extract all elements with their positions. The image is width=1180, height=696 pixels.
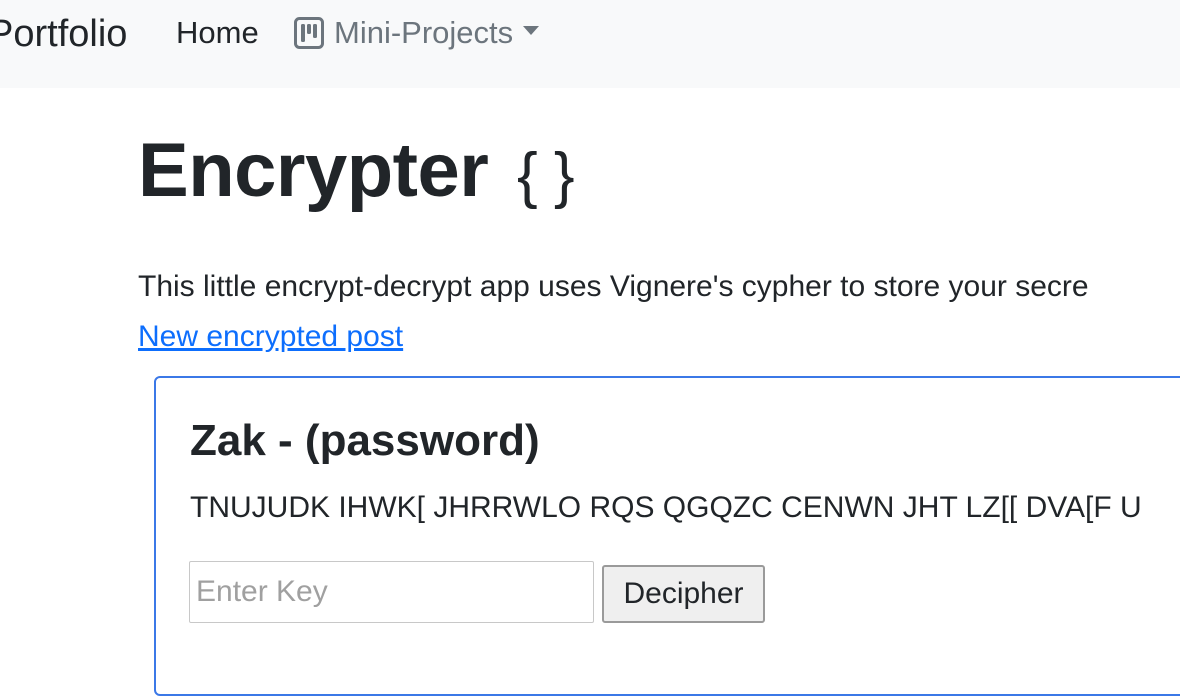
nav-dropdown-label: Mini-Projects (334, 15, 514, 50)
page-title-text: Encrypter (138, 128, 489, 213)
nav-link-home[interactable]: Home (176, 15, 259, 51)
post-cipher-text: TNUJUDK IHWK[ JHRRWLO RQS QGQZC CENWN JH… (190, 491, 1142, 524)
page-title: Encrypter { } (138, 128, 575, 219)
key-input[interactable] (189, 561, 594, 623)
kanban-icon (294, 17, 324, 49)
new-encrypted-post-link[interactable]: New encrypted post (138, 318, 403, 356)
braces-icon: { } (516, 141, 575, 210)
intro-text: This little encrypt-decrypt app uses Vig… (138, 270, 1089, 303)
navbar: Portfolio Home Mini-Projects (0, 0, 1180, 88)
decipher-button[interactable]: Decipher (602, 565, 765, 623)
caret-down-icon (523, 25, 540, 35)
post-title: Zak - (password) (190, 416, 540, 465)
nav-dropdown-mini-projects[interactable]: Mini-Projects (294, 15, 540, 51)
post-card: Zak - (password) TNUJUDK IHWK[ JHRRWLO R… (154, 376, 1180, 696)
navbar-brand[interactable]: Portfolio (0, 12, 127, 56)
